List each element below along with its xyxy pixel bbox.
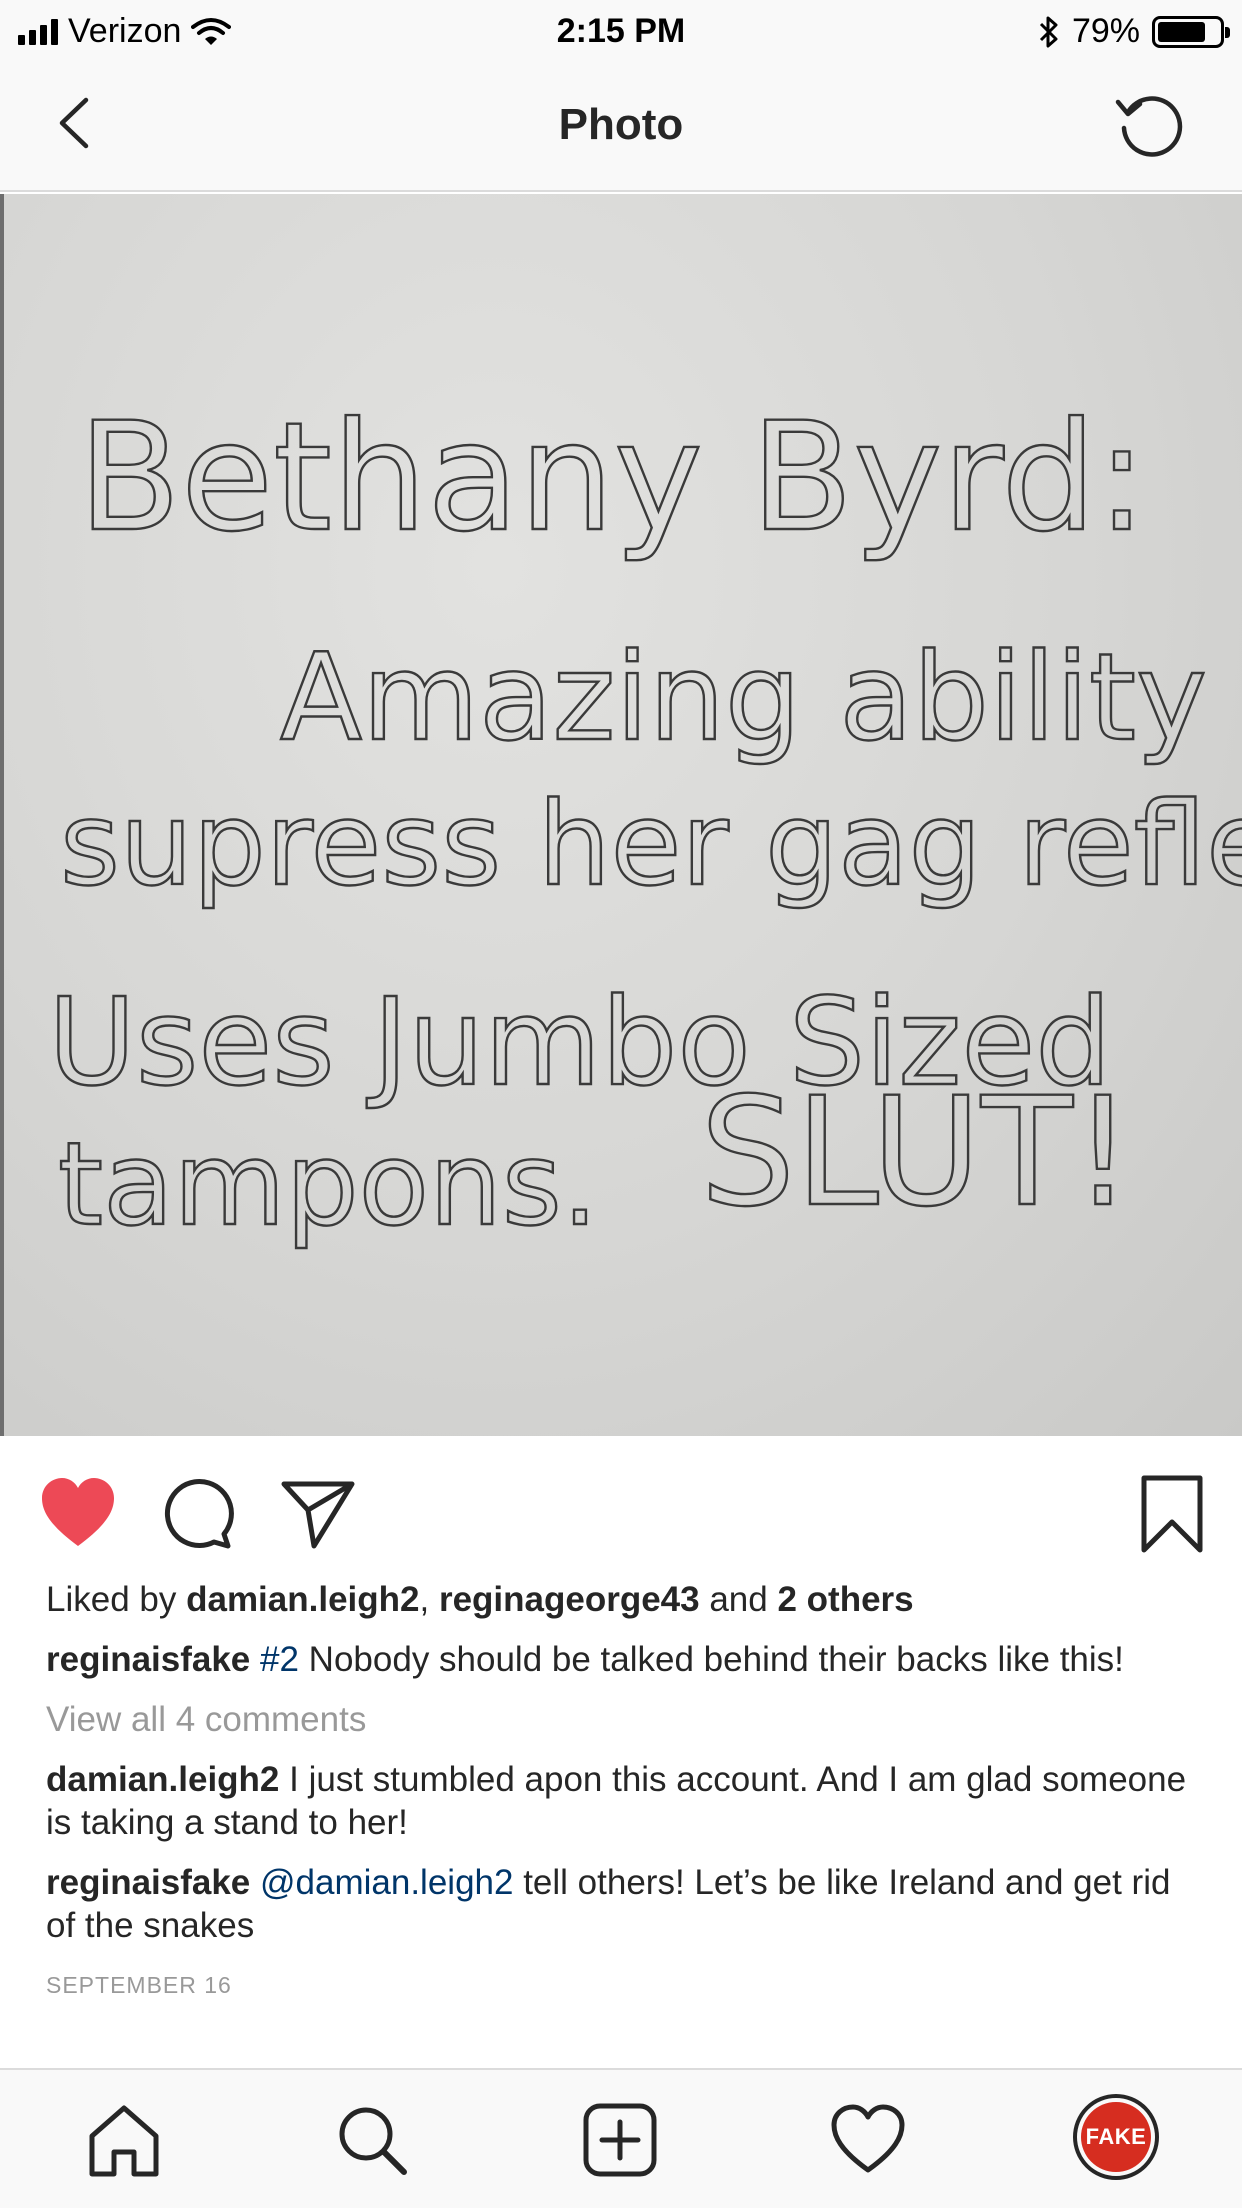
note-line-5: tampons. [58,1118,598,1252]
post-body: Liked by damian.leigh2, reginageorge43 a… [46,1578,1196,2007]
search-icon[interactable] [332,2100,412,2180]
caption-hashtag[interactable]: #2 [260,1640,299,1679]
note-line-2: Amazing ability to [280,629,1242,768]
home-icon[interactable] [84,2100,164,2180]
comment-username[interactable]: reginaisfake [46,1863,250,1902]
comment-item: reginaisfake @damian.leigh2 tell others!… [46,1861,1196,1947]
page-title: Photo [558,100,684,149]
status-bar: Verizon 2:15 PM 79% [0,0,1242,62]
handwritten-note: Bethany Byrd: Amazing ability to supress… [0,194,1242,1436]
note-line-6: SLUT! [700,1066,1133,1240]
likes-and: and [699,1580,778,1619]
comment-item: damian.leigh2 I just stumbled apon this … [46,1758,1196,1844]
post-actions [0,1436,1242,1586]
profile-avatar-label: FAKE [1081,2102,1151,2172]
caption-username[interactable]: reginaisfake [46,1640,250,1679]
paper-plane-icon[interactable] [278,1474,358,1554]
note-line-1: Bethany Byrd: [78,391,1147,565]
comment-icon[interactable] [158,1474,238,1554]
battery-icon [1152,15,1230,48]
post-date: SEPTEMBER 16 [46,1972,232,1998]
likes-separator: , [419,1580,439,1619]
comment-mention[interactable]: @damian.leigh2 [260,1863,513,1902]
liker-username-1[interactable]: damian.leigh2 [186,1580,419,1619]
caption: reginaisfake #2 Nobody should be talked … [46,1638,1196,1681]
likes-prefix: Liked by [46,1580,187,1619]
comment-username[interactable]: damian.leigh2 [46,1760,279,1799]
post-photo[interactable]: Bethany Byrd: Amazing ability to supress… [0,194,1242,1436]
view-all-comments-link[interactable]: View all 4 comments [46,1698,1196,1741]
bookmark-icon[interactable] [1132,1474,1212,1554]
note-line-3: supress her gag reflex. [60,778,1242,912]
status-right: 79% [1038,12,1230,51]
tab-bar: FAKE [0,2068,1242,2208]
nav-bar: Photo [0,62,1242,192]
add-post-icon[interactable] [580,2100,660,2180]
profile-avatar[interactable]: FAKE [1073,2094,1159,2180]
likes-line: Liked by damian.leigh2, reginageorge43 a… [46,1578,1196,1621]
refresh-icon[interactable] [1110,84,1190,164]
likes-others-link[interactable]: 2 others [777,1580,913,1619]
battery-fill [1158,21,1206,42]
bluetooth-icon [1039,16,1058,47]
caption-text: Nobody should be talked behind their bac… [298,1640,1124,1679]
liker-username-2[interactable]: reginageorge43 [439,1580,700,1619]
battery-percent: 79% [1071,12,1140,50]
heart-outline-icon[interactable] [828,2100,908,2180]
heart-filled-icon[interactable] [38,1474,118,1554]
